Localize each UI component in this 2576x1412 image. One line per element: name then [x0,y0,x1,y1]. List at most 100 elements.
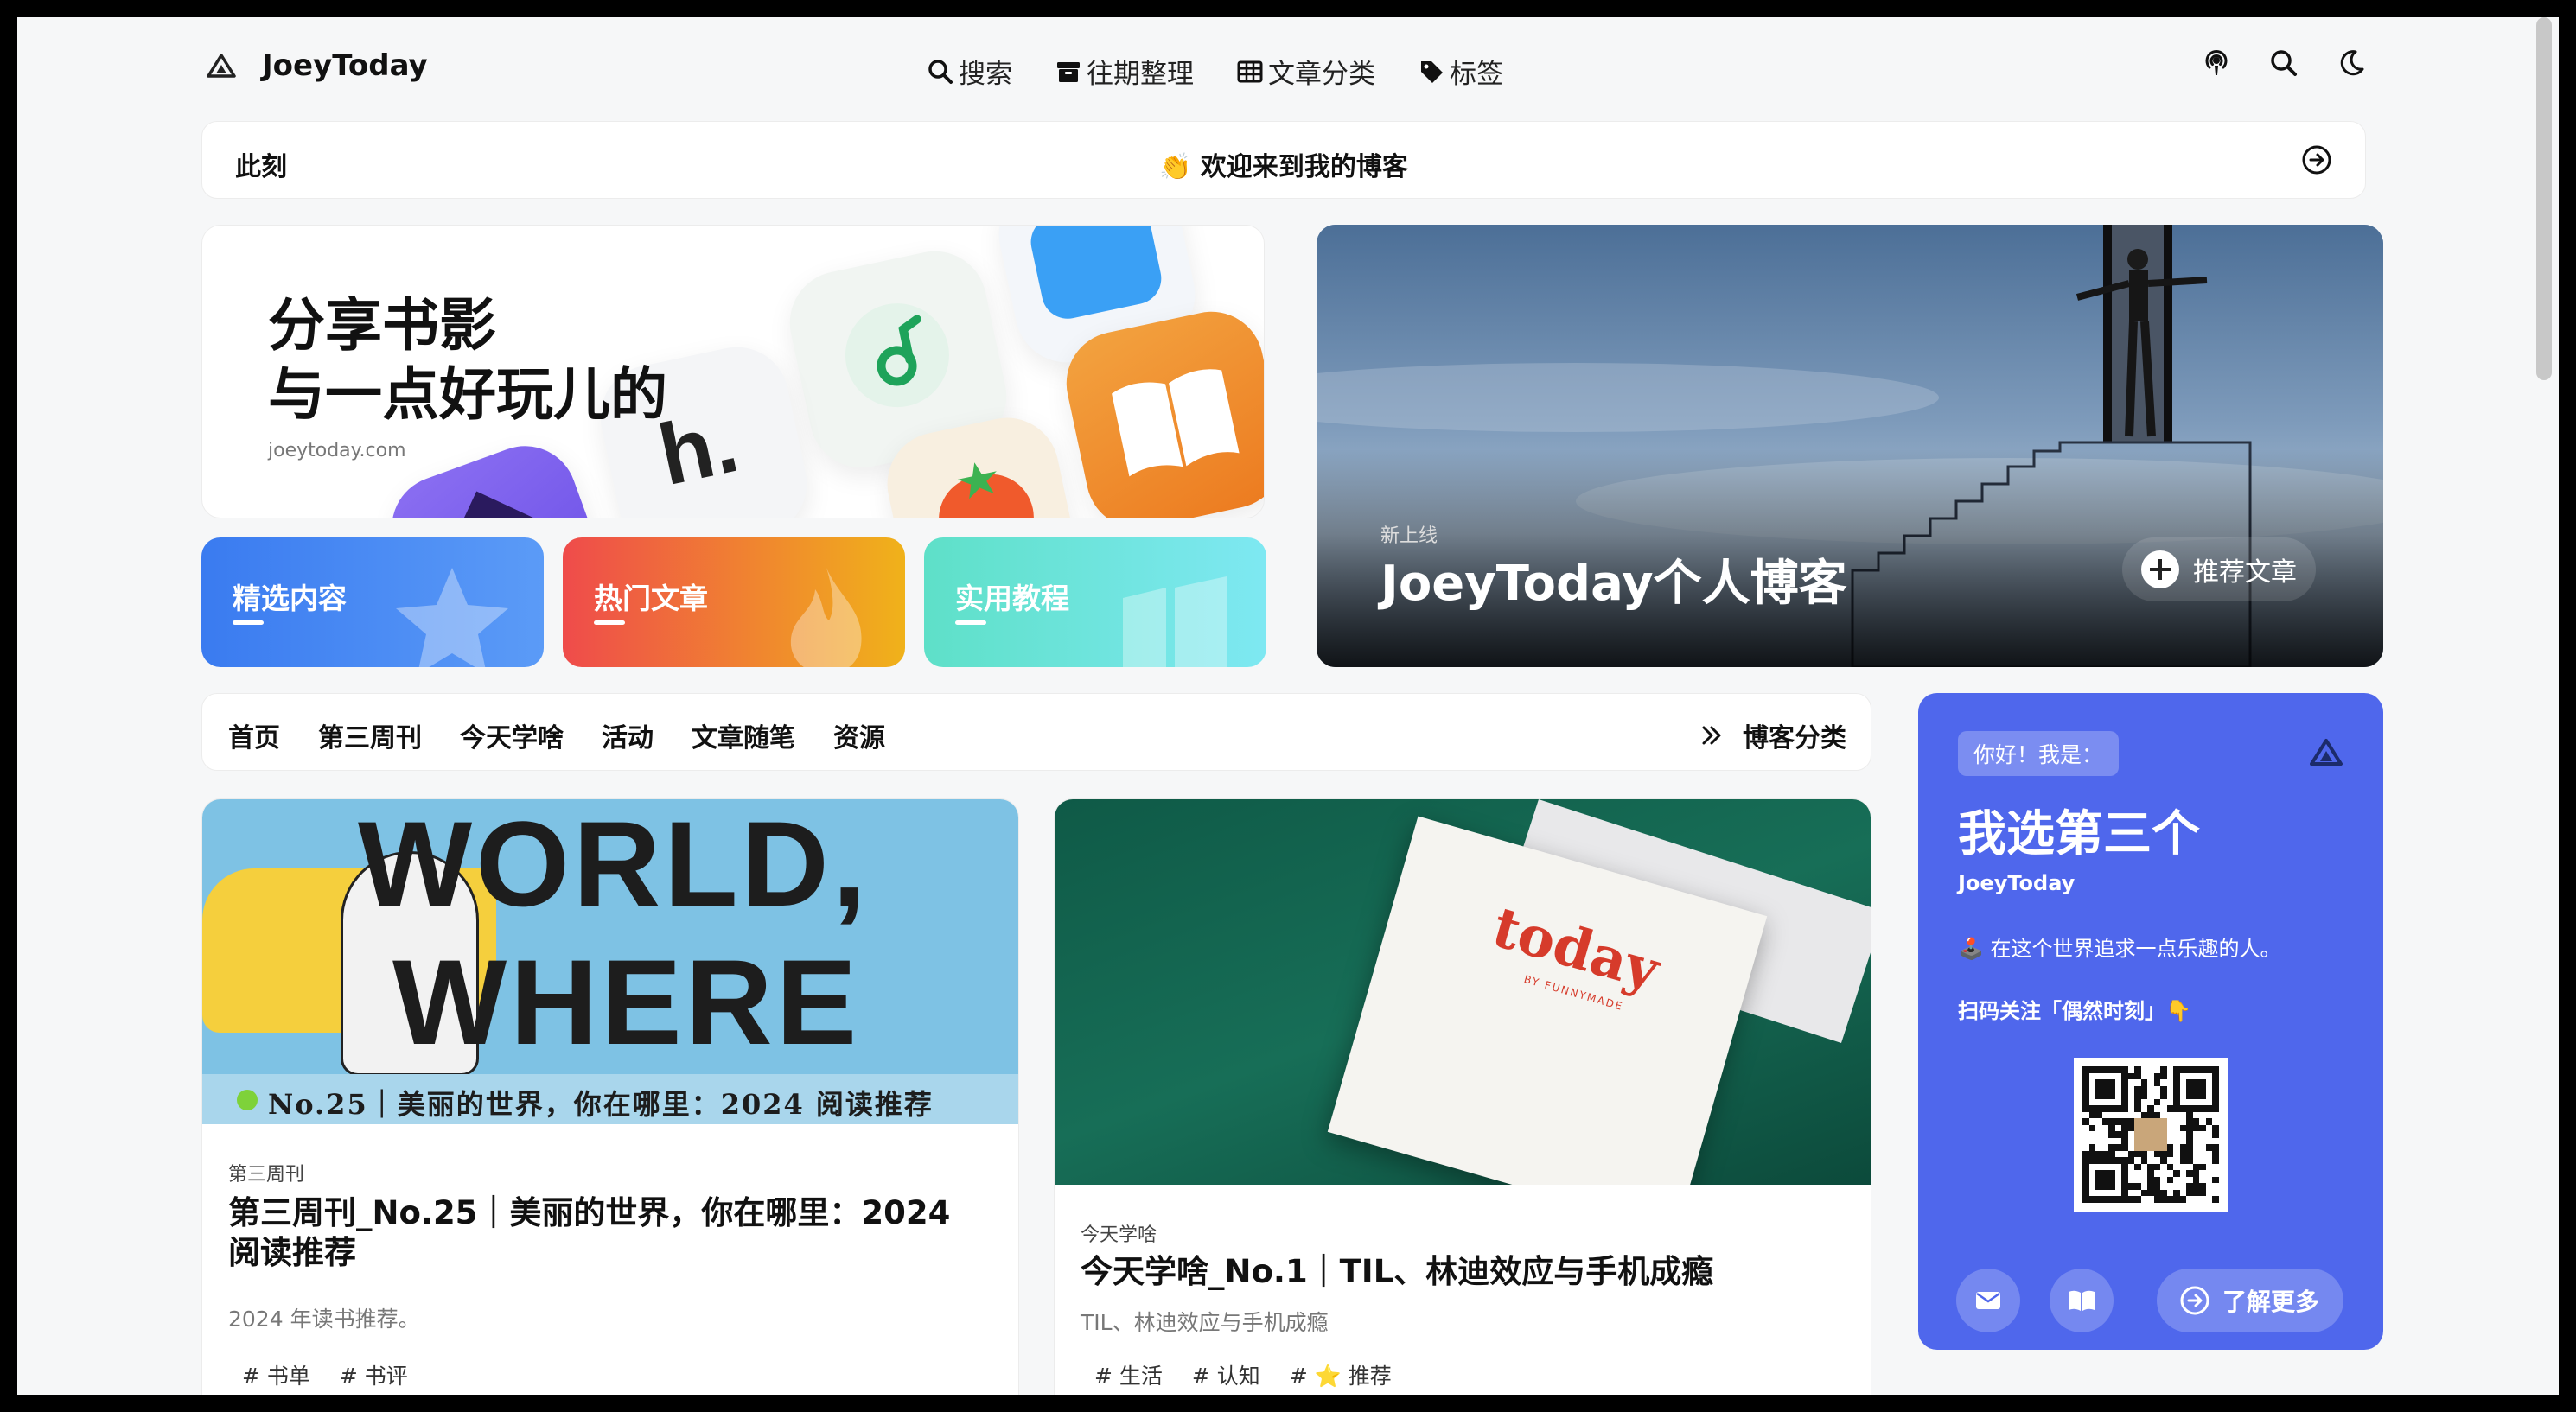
qr-module [2212,1066,2219,1073]
learn-more-button[interactable]: 了解更多 [2157,1269,2343,1332]
post-tag-link[interactable]: # ⭐ 推荐 [1290,1359,1392,1390]
hero-carousel[interactable]: 新上线 JoeyToday个人博客 推荐文章 [1317,225,2383,667]
announcement-bar[interactable]: 此刻 👏 欢迎来到我的博客 [201,121,2366,199]
qr-module [2088,1092,2096,1099]
qr-module [2192,1163,2200,1171]
qr-module [2153,1163,2161,1171]
post-title[interactable]: 今天学啥_No.1｜TIL、林迪效应与手机成瘾 [1081,1252,1831,1292]
category-card-tutorial[interactable]: 实用教程 [924,537,1266,667]
qr-module [2127,1072,2135,1080]
brand[interactable]: JoeyToday [207,48,428,83]
qr-module [2160,1183,2167,1190]
tab-home[interactable]: 首页 [228,716,280,754]
nav-tags[interactable]: 标签 [1419,52,1503,91]
post-tag-link[interactable]: # 生活 [1094,1359,1163,1390]
qr-module [2127,1124,2135,1132]
qr-module [2108,1079,2115,1086]
nav-categories[interactable]: 文章分类 [1237,52,1375,91]
hero-title: JoeyToday个人博客 [1380,556,1847,612]
qr-module [2212,1150,2219,1158]
qr-module [2121,1118,2128,1125]
email-button[interactable] [1956,1269,2020,1332]
qr-module [2088,1111,2096,1119]
post-tag-link[interactable]: # 书单 [242,1359,310,1390]
qr-module [2134,1150,2141,1158]
nav-search[interactable]: 搜索 [928,52,1012,91]
qr-module [2114,1079,2122,1086]
post-card[interactable]: WORLD, WHERE No.25｜美丽的世界，你在哪里：2024 阅读推荐 … [201,798,1019,1395]
post-category[interactable]: 今天学啥 [1081,1219,1157,1247]
qr-module [2186,1098,2193,1106]
qr-module [2199,1066,2206,1073]
qr-module [2140,1189,2148,1197]
qr-module [2114,1150,2122,1158]
main-nav: 搜索 往期整理 文章分类 标签 [928,52,1503,91]
qr-module [2186,1157,2193,1164]
qr-module [2121,1170,2128,1177]
qr-module [2121,1196,2128,1203]
category-card-featured[interactable]: 精选内容 [201,537,544,667]
qr-module [2173,1144,2180,1151]
qr-module [2088,1170,2096,1177]
qr-module [2147,1196,2154,1203]
qr-module [2166,1137,2174,1145]
qr-module [2179,1137,2187,1145]
post-tag-link[interactable]: # 书评 [340,1359,408,1390]
tab-til[interactable]: 今天学啥 [460,716,564,754]
post-category[interactable]: 第三周刊 [228,1159,304,1186]
post-title[interactable]: 第三周刊_No.25｜美丽的世界，你在哪里：2024 阅读推荐 [228,1193,979,1273]
tab-weekly[interactable]: 第三周刊 [318,716,422,754]
qr-module [2173,1079,2180,1086]
qr-module [2212,1105,2219,1112]
tab-resources[interactable]: 资源 [833,716,885,754]
book-button[interactable] [2050,1269,2114,1332]
qr-module [2199,1163,2206,1171]
qr-module [2127,1176,2135,1184]
qr-module [2134,1170,2141,1177]
qr-module [2186,1144,2193,1151]
qr-module [2147,1150,2154,1158]
qr-module [2160,1098,2167,1106]
blog-categories-link[interactable]: 博客分类 [1699,716,1846,754]
scrollbar[interactable] [2536,17,2552,380]
arrow-circle-right-icon[interactable] [2301,144,2332,175]
qr-module [2147,1098,2154,1106]
qr-module [2108,1124,2115,1132]
qr-module [2160,1176,2167,1184]
qr-module [2212,1137,2219,1145]
green-dot-icon [237,1090,258,1110]
qr-module [2166,1085,2174,1093]
qr-module [2088,1137,2096,1145]
search-icon[interactable] [2269,48,2299,78]
qr-module [2153,1079,2161,1086]
qr-module [2127,1098,2135,1106]
promo-banner[interactable]: h. 分享书影 与一点好玩儿的 joeytoday.com [201,225,1265,518]
qr-module [2173,1085,2180,1093]
recommended-posts-button[interactable]: 推荐文章 [2122,537,2316,601]
tab-events[interactable]: 活动 [602,716,654,754]
podcast-icon[interactable] [2202,48,2231,78]
qr-module [2166,1189,2174,1197]
moon-icon[interactable] [2337,48,2366,78]
qr-module [2166,1118,2174,1125]
qr-module [2160,1072,2167,1080]
tab-essays[interactable]: 文章随笔 [692,716,795,754]
qr-module [2205,1124,2213,1132]
qr-module [2088,1150,2096,1158]
post-tag-link[interactable]: # 认知 [1192,1359,1260,1390]
qr-module [2212,1196,2219,1203]
qr-module [2121,1079,2128,1086]
qr-module [2140,1183,2148,1190]
qr-module [2121,1124,2128,1132]
post-card[interactable]: today BY FUNNYMADE 今天学啥 今天学啥_No.1｜TIL、林迪… [1054,798,1871,1395]
qr-module [2121,1066,2128,1073]
qr-module [2173,1124,2180,1132]
qr-module [2134,1085,2141,1093]
nav-archive[interactable]: 往期整理 [1055,52,1194,91]
qr-module [2160,1196,2167,1203]
qr-module [2134,1176,2141,1184]
category-card-hot[interactable]: 热门文章 [563,537,905,667]
qr-module [2108,1072,2115,1080]
qr-module [2153,1157,2161,1164]
qr-module [2205,1131,2213,1138]
